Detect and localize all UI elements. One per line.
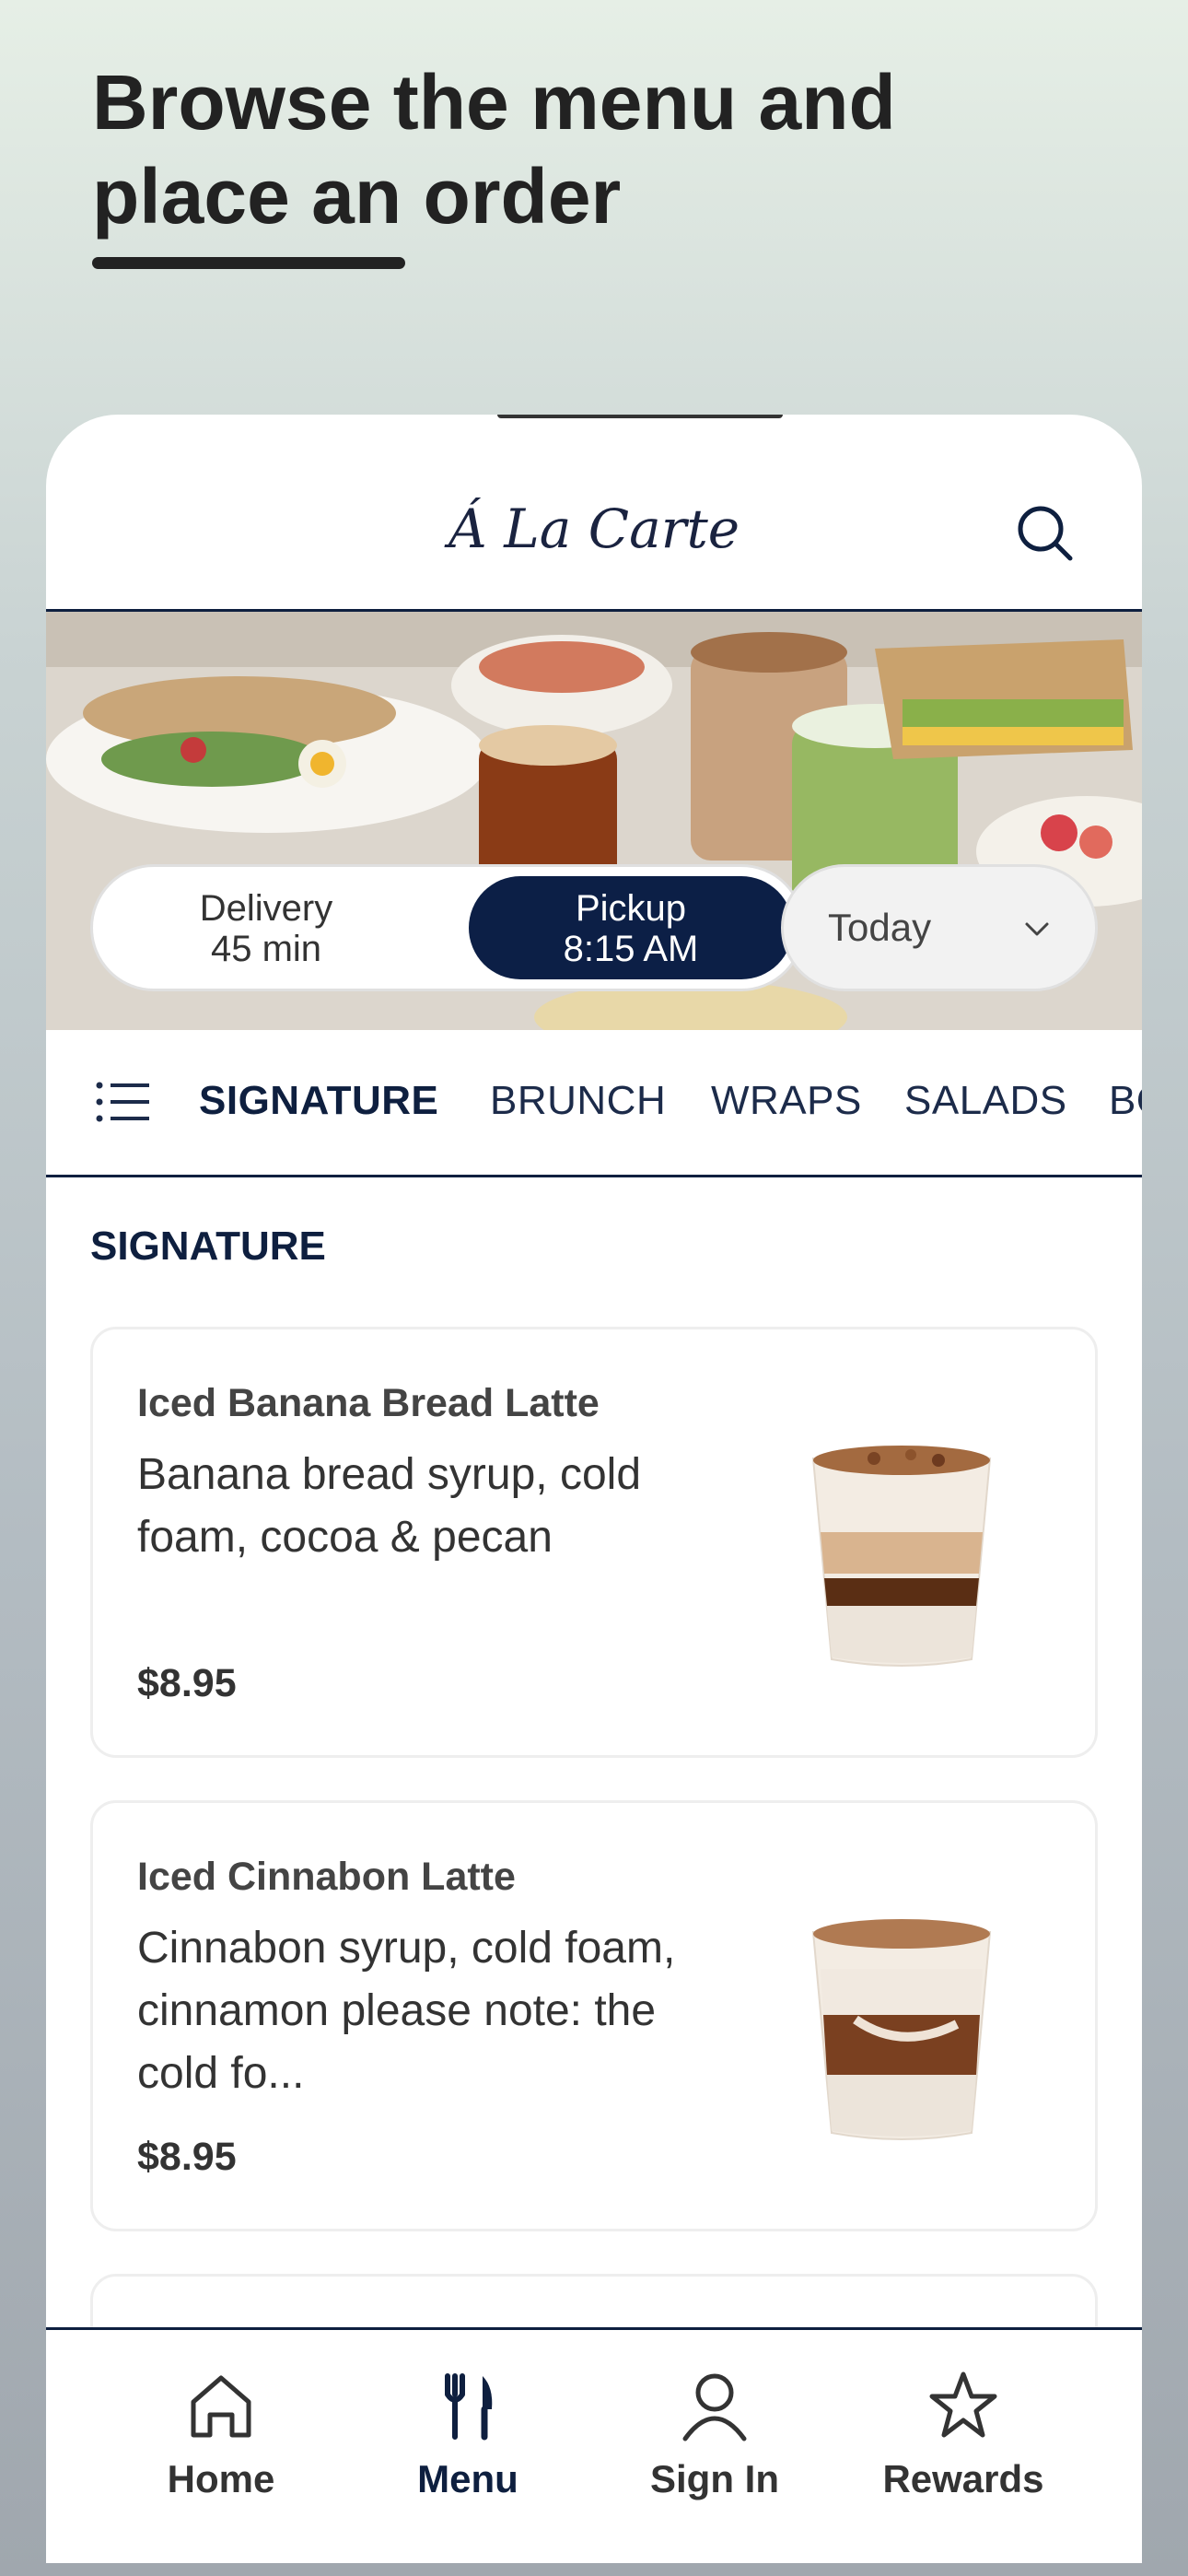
item-name: Iced Cinnabon Latte (137, 1855, 516, 1899)
category-nav: SIGNATURE BRUNCH WRAPS SALADS BOWLS (46, 1030, 1142, 1177)
tab-rewards-label: Rewards (882, 2457, 1044, 2500)
tab-home-label: Home (167, 2457, 275, 2500)
tab-home[interactable]: Home (98, 2367, 344, 2501)
tab-sign-in[interactable]: Sign In (591, 2367, 838, 2501)
tab-rewards[interactable]: Rewards (840, 2367, 1087, 2501)
app-header: Á La Carte (46, 415, 1142, 612)
tab-menu[interactable]: Menu (344, 2367, 591, 2501)
category-bowls[interactable]: BOWLS (1109, 1078, 1142, 1124)
menu-item-card[interactable]: Iced Cinnabon Latte Cinnabon syrup, cold… (90, 1800, 1098, 2231)
category-salads[interactable]: SALADS (904, 1078, 1067, 1124)
home-icon (191, 2375, 251, 2438)
category-brunch[interactable]: BRUNCH (490, 1078, 666, 1124)
pickup-time: 8:15 AM (563, 929, 699, 969)
search-button[interactable] (1013, 501, 1077, 566)
latte-cup-image (811, 1446, 992, 1667)
star-icon (929, 2371, 997, 2438)
person-icon (682, 2373, 747, 2441)
delivery-time: 45 min (210, 929, 322, 969)
pickup-option[interactable]: Pickup 8:15 AM (469, 876, 793, 979)
menu-item-card[interactable]: Iced Banana Bread Latte Banana bread syr… (90, 1327, 1098, 1758)
tab-menu-label: Menu (417, 2457, 518, 2500)
bottom-tab-bar: Home Menu Sign In Rewards (46, 2327, 1142, 2563)
day-value: Today (828, 906, 932, 949)
headline-line-1: Browse the menu and (92, 59, 896, 146)
order-mode-toggle: Delivery 45 min Pickup 8:15 AM (90, 864, 805, 991)
phone-frame: Á La Carte Delivery 45 min Pickup 8:15 A… (46, 415, 1142, 2563)
chevron-down-icon (1025, 922, 1049, 936)
item-description: Cinnabon syrup, cold foam, cinnamon plea… (137, 1924, 676, 2098)
item-name: Iced Banana Bread Latte (137, 1381, 600, 1425)
intro-headline: Browse the menu and place an order (92, 55, 1013, 243)
item-price: $8.95 (137, 2135, 237, 2179)
delivery-option[interactable]: Delivery 45 min (104, 876, 428, 979)
list-icon[interactable] (96, 1080, 149, 1124)
latte-cup-image (811, 1919, 992, 2140)
category-wraps[interactable]: WRAPS (711, 1078, 862, 1124)
headline-line-2: place an order (92, 153, 622, 240)
app-logo[interactable]: Á La Carte (46, 498, 1142, 560)
tab-sign-in-label: Sign In (650, 2457, 779, 2500)
fork-knife-icon (445, 2373, 493, 2441)
search-icon (1018, 506, 1073, 561)
hero-banner: Delivery 45 min Pickup 8:15 AM Today (46, 612, 1142, 1030)
pickup-label: Pickup (575, 888, 687, 929)
headline-underline (92, 257, 405, 269)
item-description: Banana bread syrup, cold foam, cocoa & p… (137, 1450, 642, 1562)
category-signature[interactable]: SIGNATURE (199, 1078, 438, 1124)
section-title: SIGNATURE (90, 1224, 326, 1269)
item-price: $8.95 (137, 1661, 237, 1705)
delivery-label: Delivery (199, 888, 333, 929)
day-dropdown[interactable]: Today (781, 864, 1098, 991)
